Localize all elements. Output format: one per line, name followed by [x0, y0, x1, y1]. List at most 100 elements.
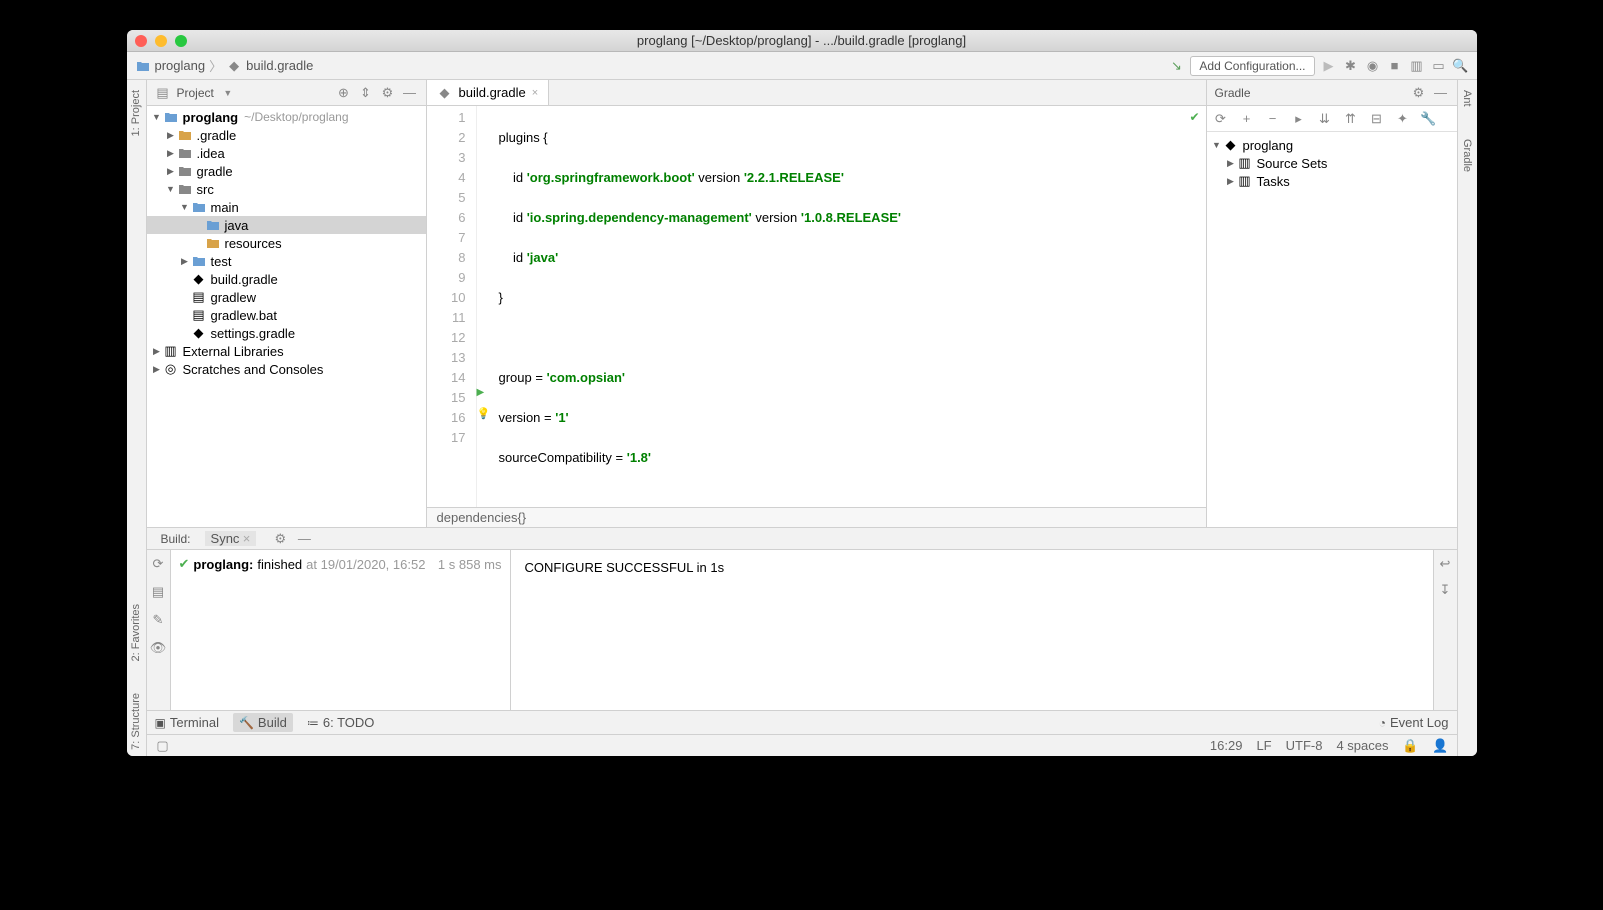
code-area[interactable]: 1234567891011121314151617 ▶ 💡 plugins { …: [427, 106, 1206, 507]
gear-icon[interactable]: ⚙: [1411, 85, 1427, 101]
run-icon[interactable]: ▶: [1321, 58, 1337, 74]
rail-favorites[interactable]: 2: Favorites: [130, 598, 142, 667]
left-tool-rail: 1: Project 2: Favorites 7: Structure: [127, 80, 147, 756]
build-tree[interactable]: ✔ proglang: finished at 19/01/2020, 16:5…: [171, 550, 511, 710]
gradle-panel: Gradle ⚙ — ⟳ + − ▸ ⇊ ⇈ ⊟ ✦ 🔧: [1207, 80, 1457, 527]
filter-icon[interactable]: ▤: [150, 584, 166, 600]
tree-item[interactable]: test: [211, 254, 232, 269]
code-content[interactable]: plugins { id 'org.springframework.boot' …: [493, 106, 1206, 507]
project-panel-title[interactable]: Project: [177, 86, 214, 100]
tree-item[interactable]: build.gradle: [211, 272, 278, 287]
gradle-tasks[interactable]: Tasks: [1257, 174, 1290, 189]
bulb-icon[interactable]: 💡: [477, 407, 491, 420]
tree-item[interactable]: gradlew: [211, 290, 257, 305]
rail-project[interactable]: 1: Project: [130, 84, 142, 142]
line-gutter: 1234567891011121314151617: [427, 106, 477, 507]
project-structure-icon[interactable]: ▥: [1409, 58, 1425, 74]
gradle-toolbar: ⟳ + − ▸ ⇊ ⇈ ⊟ ✦ 🔧: [1207, 106, 1457, 132]
tree-item[interactable]: .gradle: [197, 128, 237, 143]
indent[interactable]: 4 spaces: [1336, 738, 1388, 753]
softwrap-icon[interactable]: ↩: [1437, 556, 1453, 572]
collapse-icon[interactable]: ⇕: [358, 85, 374, 101]
tree-root[interactable]: proglang: [183, 110, 239, 125]
editor-tab[interactable]: ◆ build.gradle ×: [427, 80, 550, 105]
collapse-icon[interactable]: ⇈: [1343, 111, 1359, 127]
build-output[interactable]: CONFIGURE SUCCESSFUL in 1s: [511, 550, 1433, 710]
breadcrumb-file[interactable]: build.gradle: [246, 58, 313, 73]
status-icon[interactable]: ▢: [155, 738, 171, 754]
tree-item[interactable]: settings.gradle: [211, 326, 296, 341]
breadcrumb-project[interactable]: proglang: [155, 58, 206, 73]
add-configuration-button[interactable]: Add Configuration...: [1190, 56, 1314, 76]
todo-button[interactable]: ≔ 6: TODO: [307, 715, 375, 730]
editor-breadcrumb[interactable]: dependencies{}: [427, 507, 1206, 527]
expand-icon[interactable]: ⇊: [1317, 111, 1333, 127]
hide-icon[interactable]: —: [1433, 85, 1449, 101]
scroll-icon[interactable]: ↧: [1437, 582, 1453, 598]
locate-icon[interactable]: ⊕: [336, 85, 352, 101]
line-separator[interactable]: LF: [1256, 738, 1271, 753]
tree-item[interactable]: External Libraries: [183, 344, 284, 359]
event-log-button[interactable]: ◔ Event Log: [1379, 715, 1449, 730]
tree-item[interactable]: src: [197, 182, 214, 197]
right-tool-rail: Ant Gradle: [1457, 80, 1477, 756]
gradle-tree[interactable]: ▼◆proglang ▶▥Source Sets ▶▥Tasks: [1207, 132, 1457, 527]
lock-icon[interactable]: 🔒: [1403, 738, 1419, 754]
editor-tabs: ◆ build.gradle ×: [427, 80, 1206, 106]
rerun-icon[interactable]: ⟳: [150, 556, 166, 572]
tree-item[interactable]: resources: [225, 236, 282, 251]
project-tree[interactable]: ▼proglang~/Desktop/proglang ▶.gradle ▶.i…: [147, 106, 426, 527]
dropdown-icon[interactable]: ▼: [220, 85, 236, 101]
gear-icon[interactable]: ⚙: [380, 85, 396, 101]
build-hammer-icon[interactable]: ↘: [1168, 58, 1184, 74]
hide-icon[interactable]: —: [296, 531, 312, 547]
build-panel: Build: Sync × ⚙ — ⟳ ▤ ✎ 👁 ✔: [147, 527, 1457, 710]
offline-icon[interactable]: ⊟: [1369, 111, 1385, 127]
build-label: Build:: [155, 532, 197, 546]
inspection-ok-icon[interactable]: ✔: [1189, 110, 1199, 124]
build-status: finished: [257, 557, 302, 572]
minus-icon[interactable]: −: [1265, 111, 1281, 127]
breadcrumb-separator: 〉: [209, 56, 222, 75]
gear-icon[interactable]: ⚙: [272, 531, 288, 547]
tree-icon[interactable]: ✎: [150, 612, 166, 628]
cursor-position[interactable]: 16:29: [1210, 738, 1243, 753]
sync-tab[interactable]: Sync ×: [205, 531, 257, 546]
execute-icon[interactable]: ▸: [1291, 111, 1307, 127]
eye-icon[interactable]: 👁: [150, 640, 166, 656]
stop-icon[interactable]: ■: [1387, 58, 1403, 74]
close-tab-icon[interactable]: ×: [532, 87, 538, 99]
build-duration: 1 s 858 ms: [438, 557, 502, 572]
tree-item[interactable]: .idea: [197, 146, 225, 161]
inspector-icon[interactable]: 👤: [1433, 738, 1449, 754]
gradle-file-icon: ◆: [437, 85, 453, 101]
hide-icon[interactable]: —: [402, 85, 418, 101]
layout-icon[interactable]: ▭: [1431, 58, 1447, 74]
refresh-icon[interactable]: ⟳: [1213, 111, 1229, 127]
tree-item[interactable]: main: [211, 200, 239, 215]
rail-ant[interactable]: Ant: [1461, 84, 1473, 113]
tree-item[interactable]: Scratches and Consoles: [183, 362, 324, 377]
gradle-sourcesets[interactable]: Source Sets: [1257, 156, 1328, 171]
gradle-panel-title: Gradle: [1215, 86, 1251, 100]
window-title: proglang [~/Desktop/proglang] - .../buil…: [127, 33, 1477, 48]
wrench-icon[interactable]: 🔧: [1421, 111, 1437, 127]
gutter-icons: ▶ 💡: [477, 106, 493, 507]
run-gutter-icon[interactable]: ▶: [477, 387, 485, 398]
gradle-root[interactable]: proglang: [1243, 138, 1294, 153]
tree-item[interactable]: gradle: [197, 164, 233, 179]
build-rail: ⟳ ▤ ✎ 👁: [147, 550, 171, 710]
tree-item-selected[interactable]: java: [225, 218, 249, 233]
encoding[interactable]: UTF-8: [1286, 738, 1323, 753]
search-icon[interactable]: 🔍: [1453, 58, 1469, 74]
task-icon[interactable]: ✦: [1395, 111, 1411, 127]
editor: ◆ build.gradle × 12345678910111213141516…: [427, 80, 1207, 527]
tree-item[interactable]: gradlew.bat: [211, 308, 278, 323]
rail-gradle[interactable]: Gradle: [1461, 133, 1473, 178]
plus-icon[interactable]: +: [1239, 111, 1255, 127]
build-button[interactable]: 🔨 Build: [233, 713, 293, 732]
debug-icon[interactable]: ✱: [1343, 58, 1359, 74]
terminal-button[interactable]: ▣ Terminal: [155, 715, 219, 730]
coverage-icon[interactable]: ◉: [1365, 58, 1381, 74]
rail-structure[interactable]: 7: Structure: [130, 687, 142, 756]
